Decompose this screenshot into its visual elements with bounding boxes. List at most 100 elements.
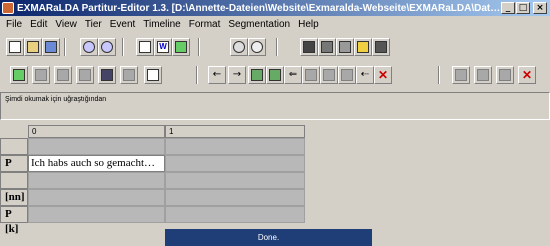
event-cell[interactable] bbox=[28, 138, 165, 155]
tier-row: P [k] bbox=[0, 206, 305, 235]
grid-button-e[interactable] bbox=[372, 38, 390, 56]
grid-button-c[interactable] bbox=[336, 38, 354, 56]
tier-row bbox=[0, 138, 305, 155]
abc-left-button[interactable]: ← bbox=[208, 66, 226, 84]
abc-right-button[interactable]: → bbox=[228, 66, 246, 84]
tier-move-button[interactable] bbox=[98, 66, 116, 84]
merge-a-icon bbox=[251, 69, 263, 81]
tier-label[interactable]: P bbox=[0, 155, 28, 172]
event-gray-a-icon bbox=[305, 69, 317, 81]
globe-button[interactable] bbox=[172, 38, 190, 56]
grid-button-b[interactable] bbox=[318, 38, 336, 56]
main-toolbar: W bbox=[0, 34, 550, 60]
open-button[interactable] bbox=[24, 38, 42, 56]
delete-red-icon: ✕ bbox=[377, 68, 389, 82]
event-gray-a-button[interactable] bbox=[302, 66, 320, 84]
tier-add-button[interactable] bbox=[10, 66, 28, 84]
new-file-button[interactable] bbox=[6, 38, 24, 56]
menu-timeline[interactable]: Timeline bbox=[139, 19, 184, 30]
progress-text: Done. bbox=[257, 233, 280, 242]
tier-label[interactable] bbox=[0, 138, 28, 155]
menu-tier[interactable]: Tier bbox=[81, 19, 106, 30]
close-partitur-button[interactable]: ✕ bbox=[518, 66, 536, 84]
event-cell[interactable] bbox=[28, 172, 165, 189]
tier-gray-b-icon bbox=[57, 69, 69, 81]
tier-label[interactable]: P [k] bbox=[0, 206, 28, 235]
menu-bar: File Edit View Tier Event Timeline Forma… bbox=[0, 16, 550, 32]
tier-gray-d-button[interactable] bbox=[120, 66, 138, 84]
col-gray-a-button[interactable] bbox=[452, 66, 470, 84]
event-cell[interactable] bbox=[165, 138, 305, 155]
column-header-0[interactable]: 0 bbox=[28, 125, 165, 138]
menu-help[interactable]: Help bbox=[294, 19, 323, 30]
grid-button-d[interactable] bbox=[354, 38, 372, 56]
status-text: Şimdi okumak için uğraştığından bbox=[5, 96, 107, 103]
page-button[interactable] bbox=[136, 38, 154, 56]
event-gray-c-button[interactable] bbox=[338, 66, 356, 84]
menu-format[interactable]: Format bbox=[185, 19, 225, 30]
tier-gray-d-icon bbox=[123, 69, 135, 81]
event-cell[interactable] bbox=[165, 172, 305, 189]
minimize-button[interactable]: _ bbox=[501, 2, 515, 14]
menu-edit[interactable]: Edit bbox=[26, 19, 51, 30]
event-cell[interactable] bbox=[165, 206, 305, 223]
tier-gray-b-button[interactable] bbox=[54, 66, 72, 84]
word-export-icon: W bbox=[157, 41, 169, 53]
arrow-left-icon: ⇐ bbox=[288, 69, 298, 80]
globe-icon bbox=[175, 41, 187, 53]
save-button[interactable] bbox=[42, 38, 60, 56]
arrow-dash-icon: ⇠ bbox=[360, 69, 370, 80]
event-cell[interactable] bbox=[165, 155, 305, 172]
tier-move-icon bbox=[101, 69, 113, 81]
search-button[interactable] bbox=[80, 38, 98, 56]
tier-add-icon bbox=[13, 69, 25, 81]
help-icon bbox=[101, 41, 113, 53]
window-title: EXMARaLDA Partitur-Editor 1.3. [D:\Annet… bbox=[17, 2, 501, 14]
word-export-button[interactable]: W bbox=[154, 38, 172, 56]
maximize-button[interactable]: □ bbox=[516, 2, 530, 14]
merge-b-button[interactable] bbox=[266, 66, 284, 84]
col-gray-c-button[interactable] bbox=[496, 66, 514, 84]
merge-a-button[interactable] bbox=[248, 66, 266, 84]
col-gray-a-icon bbox=[455, 69, 467, 81]
tier-row: [nn] bbox=[0, 189, 305, 206]
col-gray-b-icon bbox=[477, 69, 489, 81]
grid-icon-d bbox=[357, 41, 369, 53]
event-cell[interactable] bbox=[28, 206, 165, 223]
partitur-grid: 0 1 P Ich habs auch so gemacht… [nn] P [… bbox=[0, 125, 305, 235]
new-file-icon bbox=[9, 41, 21, 53]
tier-label[interactable] bbox=[0, 172, 28, 189]
col-gray-b-button[interactable] bbox=[474, 66, 492, 84]
arrow-dash-button[interactable]: ⇠ bbox=[356, 66, 374, 84]
status-panel: Şimdi okumak için uğraştığından bbox=[0, 92, 550, 120]
event-cell[interactable] bbox=[165, 189, 305, 206]
tier-label[interactable]: [nn] bbox=[0, 189, 28, 206]
zoom-icon bbox=[251, 41, 263, 53]
menu-view[interactable]: View bbox=[51, 19, 81, 30]
tier-gray-c-button[interactable] bbox=[76, 66, 94, 84]
grid-icon-b bbox=[321, 41, 333, 53]
close-red-icon: ✕ bbox=[521, 68, 533, 82]
tier-gray-a-button[interactable] bbox=[32, 66, 50, 84]
event-gray-b-button[interactable] bbox=[320, 66, 338, 84]
refresh-button[interactable] bbox=[230, 38, 248, 56]
help-button[interactable] bbox=[98, 38, 116, 56]
abc-left-icon: ← bbox=[212, 69, 222, 80]
menu-file[interactable]: File bbox=[2, 19, 26, 30]
col-gray-c-icon bbox=[499, 69, 511, 81]
arrow-left-button[interactable]: ⇐ bbox=[284, 66, 302, 84]
column-header-1[interactable]: 1 bbox=[165, 125, 305, 138]
grid-button-a[interactable] bbox=[300, 38, 318, 56]
event-cell[interactable]: Ich habs auch so gemacht… bbox=[28, 155, 165, 172]
menu-event[interactable]: Event bbox=[106, 19, 140, 30]
refresh-icon bbox=[233, 41, 245, 53]
tier-print-button[interactable] bbox=[144, 66, 162, 84]
delete-event-button[interactable]: ✕ bbox=[374, 66, 392, 84]
menu-segmentation[interactable]: Segmentation bbox=[224, 19, 294, 30]
close-button[interactable]: × bbox=[533, 2, 547, 14]
grid-icon-e bbox=[375, 41, 387, 53]
zoom-button[interactable] bbox=[248, 38, 266, 56]
event-gray-c-icon bbox=[341, 69, 353, 81]
event-cell[interactable] bbox=[28, 189, 165, 206]
grid-icon-a bbox=[303, 41, 315, 53]
